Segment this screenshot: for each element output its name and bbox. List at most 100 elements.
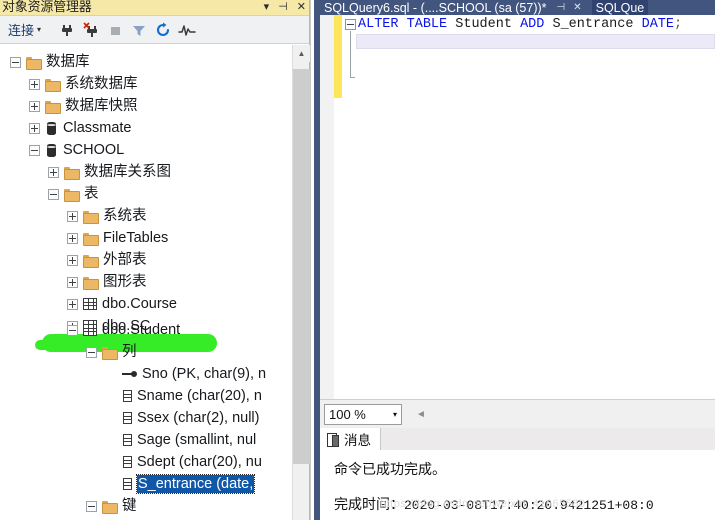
zoom-level-value: 100 % [329, 406, 366, 422]
tree-node[interactable]: Sage (smallint, nul [0, 429, 293, 451]
tree-node-label: 数据库关系图 [84, 164, 171, 180]
tree-node[interactable]: 系统数据库 [0, 73, 293, 95]
expand-icon[interactable] [29, 78, 40, 90]
tree-node[interactable]: 数据库 [0, 51, 293, 73]
results-panel: 消息 命令已成功完成。 完成时间：2020-03-08T17:40:20.942… [320, 428, 715, 520]
titlebar-buttons: ▾ ⊣ ✕ [264, 0, 306, 15]
collapse-icon[interactable] [67, 324, 78, 336]
sql-token: ; [674, 17, 683, 32]
tree-node[interactable]: SCHOOL [0, 139, 293, 161]
tree-node-label: 系统数据库 [65, 76, 138, 92]
tab-sqlquery6[interactable]: SQLQuery6.sql - (....SCHOOL (sa (57))* ⊣… [320, 0, 586, 15]
tab-messages[interactable]: 消息 [320, 428, 381, 450]
object-explorer-tree[interactable]: 数据库系统数据库数据库快照 Classmate SCHOOL 数据库关系图表系统表 Fi… [0, 45, 293, 520]
disconnect-icon[interactable] [80, 19, 102, 41]
close-icon[interactable]: ✕ [297, 0, 306, 15]
messages-icon [327, 432, 339, 447]
tab-sqlquery-next[interactable]: SQLQue [591, 0, 649, 15]
expand-icon[interactable] [67, 210, 78, 222]
tree-node[interactable]: 系统表 [0, 205, 293, 227]
column-icon [121, 412, 132, 424]
chevron-down-icon: ▾ [37, 25, 42, 34]
stop-icon[interactable] [104, 19, 126, 41]
messages-tab-label: 消息 [344, 433, 371, 448]
sql-statement: ALTER TABLE Student ADD S_entrance DATE; [358, 17, 682, 33]
expand-icon[interactable] [29, 122, 40, 134]
tree-node[interactable]: 数据库快照 [0, 95, 293, 117]
tree-node[interactable]: FileTables [0, 227, 293, 249]
sql-token: Student [447, 17, 521, 32]
scroll-left-icon[interactable]: ◄ [416, 409, 426, 420]
message-success-text: 命令已成功完成。 [334, 461, 446, 477]
tree-node[interactable]: Classmate [0, 117, 293, 139]
pin-icon[interactable]: ⊣ [557, 2, 566, 14]
tree-node-label: FileTables [103, 230, 169, 246]
sql-token: ADD [520, 17, 545, 32]
splitter[interactable] [310, 0, 321, 520]
activity-monitor-icon[interactable] [176, 19, 198, 41]
chevron-down-icon[interactable]: ▾ [264, 0, 270, 15]
tree-node[interactable]: 表 [0, 183, 293, 205]
tree-node[interactable]: Sno (PK, char(9), n [0, 363, 293, 385]
expand-icon[interactable] [67, 232, 78, 244]
message-completion-time: 完成时间：2020-03-08T17:40:20.9421251+08:0 [334, 494, 715, 514]
expand-icon[interactable] [67, 276, 78, 288]
expand-icon[interactable] [29, 100, 40, 112]
key-icon [121, 369, 137, 379]
connect-icon[interactable] [56, 19, 78, 41]
sql-token: S_entrance [544, 17, 642, 32]
tree-node-label: dbo.Student [102, 322, 181, 338]
object-explorer-titlebar: 对象资源管理器 ▾ ⊣ ✕ [0, 0, 309, 16]
tree-node[interactable]: 列 [0, 341, 293, 363]
folder-icon [83, 254, 99, 268]
tree-node-label: Sdept (char(20), nu [137, 454, 262, 470]
tree-node[interactable]: Ssex (char(2), null) [0, 407, 293, 429]
tree-node-label: SCHOOL [63, 142, 125, 158]
collapse-icon[interactable] [86, 346, 97, 358]
tree-node[interactable]: 键 [0, 495, 293, 517]
connect-dropdown-button[interactable]: 连接 ▾ [6, 18, 45, 41]
scroll-up-icon[interactable]: ▲ [293, 45, 310, 62]
chevron-down-icon: ▾ [392, 409, 397, 419]
tab-controls: ⊣ ✕ [557, 2, 582, 14]
zoom-level-dropdown[interactable]: 100 % ▾ [324, 403, 402, 425]
collapse-icon[interactable] [48, 188, 59, 200]
table-icon [83, 324, 97, 336]
collapse-region-icon[interactable] [345, 19, 356, 30]
tree-node[interactable]: 外部表 [0, 249, 293, 271]
expand-icon[interactable] [67, 298, 78, 310]
messages-output[interactable]: 命令已成功完成。 完成时间：2020-03-08T17:40:20.942125… [320, 450, 715, 520]
tree-node[interactable]: S_entrance (date, [0, 473, 293, 495]
collapse-icon[interactable] [86, 500, 97, 512]
tree-node-label: Sname (char(20), n [137, 388, 262, 404]
tree-node[interactable]: dbo.Student [0, 319, 293, 341]
tree-node-label: 列 [122, 344, 137, 360]
folder-icon [102, 500, 118, 514]
tree-node-label: 外部表 [103, 252, 147, 268]
tree-node[interactable]: Sdept (char(20), nu [0, 451, 293, 473]
expand-icon[interactable] [48, 166, 59, 178]
sql-editor[interactable]: ALTER TABLE Student ADD S_entrance DATE; [320, 15, 715, 400]
tree-vertical-scrollbar[interactable]: ▲ [292, 45, 310, 520]
fold-guide-line [350, 31, 355, 78]
collapse-icon[interactable] [10, 56, 21, 68]
completion-time-label: 完成时间： [334, 496, 404, 512]
pin-icon[interactable]: ⊣ [278, 0, 288, 15]
tree-node[interactable]: Sname (char(20), n [0, 385, 293, 407]
folder-icon [26, 56, 42, 70]
expand-icon[interactable] [67, 254, 78, 266]
column-icon [121, 456, 132, 468]
collapse-icon[interactable] [29, 144, 40, 156]
tree-node[interactable]: 数据库关系图 [0, 161, 293, 183]
tree-node[interactable]: 图形表 [0, 271, 293, 293]
refresh-icon[interactable] [152, 19, 174, 41]
tree-node-label: 数据库 [46, 54, 90, 70]
scrollbar-thumb[interactable] [293, 69, 310, 464]
filter-icon[interactable] [128, 19, 150, 41]
close-icon[interactable]: ✕ [573, 2, 581, 14]
tree-node[interactable]: dbo.Course [0, 293, 293, 315]
folder-icon [102, 346, 118, 360]
